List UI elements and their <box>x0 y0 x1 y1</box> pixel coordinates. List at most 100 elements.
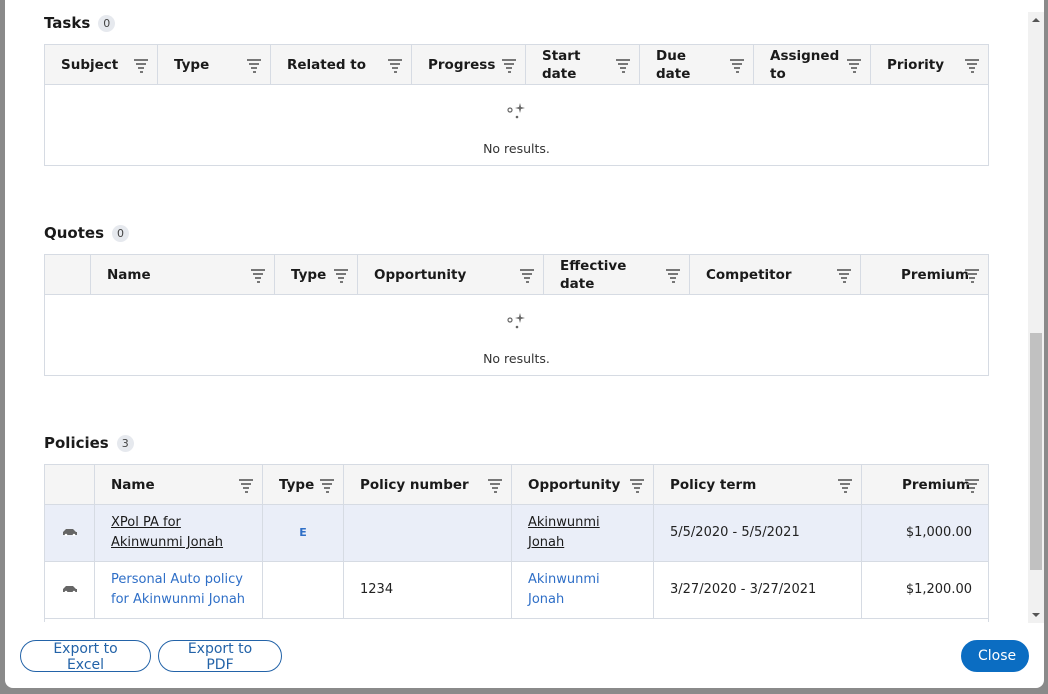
filter-icon[interactable] <box>251 269 265 283</box>
table-row[interactable]: XPol PA for Akinwunmi Jonah E Akinwunmi Jo… <box>44 504 989 562</box>
filter-icon[interactable] <box>488 479 502 493</box>
filter-icon[interactable] <box>666 269 680 283</box>
policies-title: Policies <box>44 434 109 452</box>
column-header-policy-number[interactable]: Policy number <box>343 464 512 505</box>
filter-icon[interactable] <box>616 59 630 73</box>
opportunity-link[interactable]: Akinwunmi Jonah <box>528 572 600 607</box>
car-icon <box>62 586 77 594</box>
column-header-due-date[interactable]: Due date <box>639 44 754 85</box>
column-header-competitor[interactable]: Competitor <box>689 254 861 295</box>
export-excel-button[interactable]: Export to Excel <box>20 640 151 673</box>
filter-icon[interactable] <box>730 59 744 73</box>
filter-icon[interactable] <box>965 59 979 73</box>
policy-premium: $1,000.00 <box>861 504 989 562</box>
modal-content: Tasks 0 Subject Type Related to Progress Star… <box>5 0 1028 622</box>
column-header-opportunity[interactable]: Opportunity <box>357 254 544 295</box>
column-header-subject[interactable]: Subject <box>44 44 158 85</box>
filter-icon[interactable] <box>239 479 253 493</box>
column-header-name[interactable]: Name <box>90 254 275 295</box>
column-header-type[interactable]: Type <box>274 254 358 295</box>
column-header-effective-date[interactable]: Effective date <box>543 254 690 295</box>
column-label: Start date <box>542 47 581 82</box>
car-icon <box>62 529 77 537</box>
column-header-priority[interactable]: Priority <box>870 44 989 85</box>
column-label: Name <box>111 476 155 493</box>
tasks-empty: No results. <box>44 84 989 166</box>
filter-icon[interactable] <box>630 479 644 493</box>
tasks-title: Tasks <box>44 14 91 32</box>
column-label: Premium <box>902 476 971 493</box>
empty-sparkle-icon <box>506 103 525 119</box>
column-header-icon <box>44 464 95 505</box>
column-header-policy-term[interactable]: Policy term <box>653 464 862 505</box>
modal-dialog: Tasks 0 Subject Type Related to Progress Star… <box>5 0 1044 688</box>
column-label: Type <box>291 266 327 283</box>
policy-term: 3/27/2020 - 3/27/2021 <box>653 561 862 619</box>
column-label: Name <box>107 266 151 283</box>
policy-name-link[interactable]: XPol PA for Akinwunmi Jonah <box>111 515 223 550</box>
column-label: Effective date <box>560 257 627 292</box>
column-label: Related to <box>287 56 366 73</box>
filter-icon[interactable] <box>502 59 516 73</box>
column-header-name[interactable]: Name <box>94 464 263 505</box>
column-label: Subject <box>61 56 119 73</box>
quotes-count: 0 <box>112 224 130 242</box>
column-header-start-date[interactable]: Start date <box>525 44 640 85</box>
filter-icon[interactable] <box>334 269 348 283</box>
column-label: Competitor <box>706 266 792 283</box>
column-header-icon <box>44 254 91 295</box>
table-row[interactable]: Personal Auto policy for Akinwunmi Jonah… <box>44 561 989 619</box>
column-header-premium[interactable]: Premium <box>861 464 989 505</box>
filter-icon[interactable] <box>134 59 148 73</box>
filter-icon[interactable] <box>320 479 334 493</box>
column-label: Premium <box>901 266 970 283</box>
column-label: Policy term <box>670 476 757 493</box>
column-header-premium[interactable]: Premium <box>860 254 989 295</box>
column-label: Type <box>174 56 210 73</box>
vertical-scrollbar[interactable] <box>1028 12 1044 623</box>
filter-icon[interactable] <box>247 59 261 73</box>
column-label: Assigned to <box>770 47 840 82</box>
column-label: Opportunity <box>528 476 621 493</box>
column-header-progress[interactable]: Progress <box>411 44 526 85</box>
column-header-assigned-to[interactable]: Assigned to <box>753 44 871 85</box>
filter-icon[interactable] <box>520 269 534 283</box>
close-button[interactable]: Close <box>961 640 1029 672</box>
policy-number: 1234 <box>343 561 512 619</box>
policies-section: Policies 3 Name Type Policy number Opportuni… <box>44 432 989 622</box>
opportunity-cell: Akinwunmi Jonah <box>511 504 654 562</box>
policies-count: 3 <box>116 434 134 452</box>
filter-icon[interactable] <box>965 269 979 283</box>
scroll-down-arrow-icon[interactable] <box>1032 613 1040 617</box>
export-pdf-button[interactable]: Export to PDF <box>158 640 282 673</box>
policy-term: 5/5/2020 - 5/5/2021 <box>653 504 862 562</box>
filter-icon[interactable] <box>838 479 852 493</box>
row-icon-cell <box>44 561 95 619</box>
column-header-type[interactable]: Type <box>157 44 271 85</box>
column-header-type[interactable]: Type <box>262 464 344 505</box>
opportunity-link[interactable]: Akinwunmi Jonah <box>528 515 600 550</box>
policies-table: Name Type Policy number Opportunity Policy t… <box>44 464 989 622</box>
policy-type: E <box>262 504 344 562</box>
filter-icon[interactable] <box>388 59 402 73</box>
filter-icon[interactable] <box>965 479 979 493</box>
column-label: Opportunity <box>374 266 467 283</box>
scroll-up-arrow-icon[interactable] <box>1032 18 1040 22</box>
filter-icon[interactable] <box>847 59 861 73</box>
column-label: Due date <box>656 47 691 82</box>
tasks-section: Tasks 0 Subject Type Related to Progress Star… <box>44 12 989 166</box>
column-label: Policy number <box>360 476 469 493</box>
policy-name-link[interactable]: Personal Auto policy for Akinwunmi Jonah <box>111 572 245 607</box>
filter-icon[interactable] <box>837 269 851 283</box>
column-header-opportunity[interactable]: Opportunity <box>511 464 654 505</box>
quotes-empty: No results. <box>44 294 989 376</box>
column-header-related-to[interactable]: Related to <box>270 44 412 85</box>
tasks-table: Subject Type Related to Progress Start date D… <box>44 44 989 166</box>
column-label: Progress <box>428 56 496 73</box>
opportunity-cell: Akinwunmi Jonah <box>511 561 654 619</box>
row-icon-cell <box>44 504 95 562</box>
scrollbar-thumb[interactable] <box>1030 333 1042 570</box>
quotes-table: Name Type Opportunity Effective date Competi… <box>44 254 989 376</box>
empty-sparkle-icon <box>506 313 525 329</box>
quotes-section: Quotes 0 Name Type Opportunity Effective dat… <box>44 222 989 376</box>
